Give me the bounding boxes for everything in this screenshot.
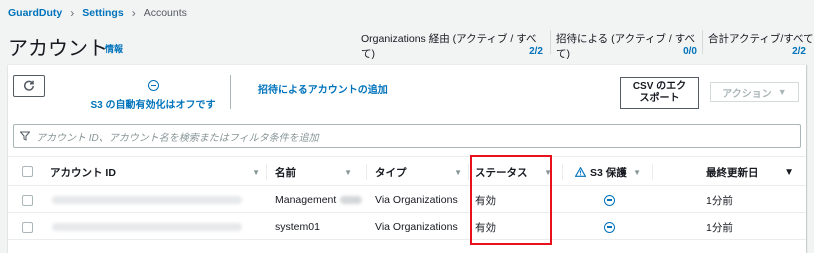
cell-last-updated: 1分前 <box>706 221 733 234</box>
cell-type: Via Organizations <box>375 221 458 233</box>
summary-label: 招待による (アクティブ / すべて) <box>556 33 695 60</box>
refresh-icon <box>23 80 35 91</box>
header-label: ステータス <box>475 166 528 179</box>
breadcrumb-guardduty[interactable]: GuardDuty <box>8 7 62 19</box>
header-label: S3 保護 <box>590 166 627 179</box>
header-last-updated[interactable]: 最終更新日 ▼ <box>706 157 794 187</box>
divider <box>266 164 267 180</box>
csv-export-label-1: CSV のエク <box>632 81 687 92</box>
search-input[interactable]: アカウント ID、アカウント名を検索またはフィルタ条件を追加 <box>13 124 801 148</box>
cell-name-text: Management <box>275 194 337 206</box>
cell-s3-protection <box>604 187 615 213</box>
search-placeholder: アカウント ID、アカウント名を検索またはフィルタ条件を追加 <box>36 132 319 144</box>
csv-export-button[interactable]: CSV のエク スポート <box>620 77 699 109</box>
header-s3-protection[interactable]: S3 保護 ▼ <box>575 157 641 187</box>
summary-label: Organizations 経由 (アクティブ / すべて) <box>361 33 537 60</box>
summary-total: 合計アクティブ/すべて 2/2 <box>708 31 814 57</box>
minus-circle-icon <box>147 80 159 91</box>
header-label: タイプ <box>375 166 407 179</box>
add-account-by-invitation-link[interactable]: 招待によるアカウントの追加 <box>258 81 388 96</box>
cell-type: Via Organizations <box>375 194 458 206</box>
summary-value[interactable]: 0/0 <box>683 46 697 57</box>
minus-circle-icon <box>604 194 615 206</box>
row-checkbox[interactable] <box>22 195 33 206</box>
summary-invitation: 招待による (アクティブ / すべて) 0/0 <box>556 31 697 61</box>
actions-dropdown[interactable]: アクション ▼ <box>710 82 799 102</box>
cell-status: 有効 <box>475 194 496 207</box>
redacted-account-id <box>52 196 242 204</box>
breadcrumb-settings[interactable]: Settings <box>82 7 123 19</box>
breadcrumb-current: Accounts <box>143 7 187 19</box>
sort-caret-icon: ▼ <box>252 167 260 177</box>
cell-status: 有効 <box>475 221 496 234</box>
sort-desc-icon: ▼ <box>784 166 794 178</box>
header-name[interactable]: 名前 ▼ <box>275 157 352 187</box>
sort-caret-icon: ▼ <box>633 167 641 177</box>
actions-label: アクション <box>722 88 772 100</box>
header-label: 名前 <box>275 166 296 179</box>
refresh-button[interactable] <box>13 75 45 97</box>
page-title: アカウント <box>8 38 108 60</box>
sort-caret-icon: ▼ <box>544 167 552 177</box>
warning-icon <box>575 167 586 177</box>
divider <box>468 164 469 180</box>
summary-label: 合計アクティブ/すべて <box>708 33 814 45</box>
sort-caret-icon: ▼ <box>454 167 462 177</box>
table-row[interactable]: Management Via Organizations 有効 1分前 <box>8 187 806 213</box>
info-link[interactable]: 情報 <box>105 42 123 55</box>
filter-icon <box>20 131 30 141</box>
divider <box>366 164 367 180</box>
header-label: 最終更新日 <box>706 166 759 179</box>
table-header: アカウント ID ▼ 名前 ▼ タイプ ▼ ステータス ▼ S3 保護 ▼ 最終… <box>8 156 806 186</box>
s3-auto-enable-label: S3 の自動有効化はオフです <box>90 100 216 111</box>
cell-name: Management <box>275 187 363 213</box>
divider <box>230 75 231 109</box>
minus-circle-icon <box>604 221 615 233</box>
cell-name-text: system01 <box>275 221 320 233</box>
accounts-panel: S3 の自動有効化はオフです 招待によるアカウントの追加 CSV のエク スポー… <box>8 64 806 253</box>
cell-s3-protection <box>604 214 615 240</box>
redacted-account-id <box>52 223 242 231</box>
table-row[interactable]: system01 Via Organizations 有効 1分前 <box>8 214 806 240</box>
summary-organizations: Organizations 経由 (アクティブ / すべて) 2/2 <box>361 31 543 61</box>
header-label: アカウント ID <box>50 166 116 179</box>
select-all-checkbox[interactable] <box>22 166 33 177</box>
chevron-right-icon: › <box>131 6 136 20</box>
divider <box>562 164 563 180</box>
summary-value[interactable]: 2/2 <box>529 46 543 57</box>
divider <box>652 164 653 180</box>
cell-name: system01 <box>275 214 320 240</box>
cell-last-updated: 1分前 <box>706 194 733 207</box>
chevron-right-icon: › <box>70 6 75 20</box>
redacted-name <box>340 196 363 204</box>
summary-value[interactable]: 2/2 <box>792 46 806 57</box>
row-checkbox[interactable] <box>22 222 33 233</box>
caret-down-icon: ▼ <box>777 87 787 97</box>
divider <box>550 30 551 54</box>
breadcrumb: GuardDuty › Settings › Accounts <box>8 5 187 21</box>
header-type[interactable]: タイプ ▼ <box>375 157 462 187</box>
csv-export-label-2: スポート <box>639 93 680 104</box>
s3-auto-enable-status[interactable]: S3 の自動有効化はオフです <box>88 80 218 111</box>
divider <box>702 30 703 54</box>
sort-caret-icon: ▼ <box>344 167 352 177</box>
header-account-id[interactable]: アカウント ID ▼ <box>50 157 260 187</box>
header-status[interactable]: ステータス ▼ <box>475 157 552 187</box>
